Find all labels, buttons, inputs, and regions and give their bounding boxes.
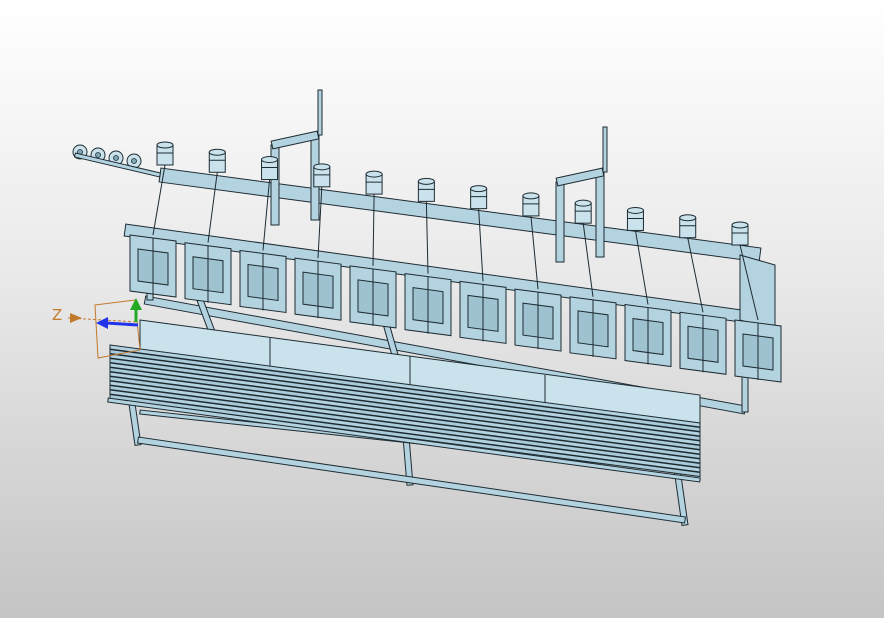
gantry-right-spindle	[602, 126, 608, 173]
z-axis-cone	[70, 313, 82, 323]
z-axis-label: Z	[52, 306, 63, 324]
motor-cap-9	[574, 199, 592, 207]
motor-cap-2	[208, 148, 226, 156]
gantry-left-spindle	[317, 89, 323, 136]
gantry-right-post-left	[555, 181, 565, 263]
roller-hub-3	[113, 155, 119, 161]
y-axis-head	[130, 298, 142, 310]
motor-cap-4	[313, 163, 331, 171]
motor-cap-1	[156, 141, 174, 149]
motor-cap-3	[261, 156, 279, 164]
x-axis-arrow	[105, 321, 139, 327]
motor-cap-12	[731, 221, 749, 229]
motor-cap-11	[679, 214, 697, 222]
machine-model[interactable]	[0, 0, 884, 618]
roller-hub-2	[95, 152, 101, 158]
cad-viewport[interactable]: Z	[0, 0, 884, 618]
motor-cap-8	[522, 192, 540, 200]
motor-cap-7	[470, 185, 488, 193]
motor-cap-5	[365, 170, 383, 178]
feed-rollers	[72, 144, 162, 178]
motor-cap-6	[417, 177, 435, 185]
motor-cap-10	[626, 206, 644, 214]
x-axis-head	[96, 317, 108, 329]
gantry-right-post-right	[595, 171, 605, 258]
roller-hub-4	[131, 158, 137, 164]
